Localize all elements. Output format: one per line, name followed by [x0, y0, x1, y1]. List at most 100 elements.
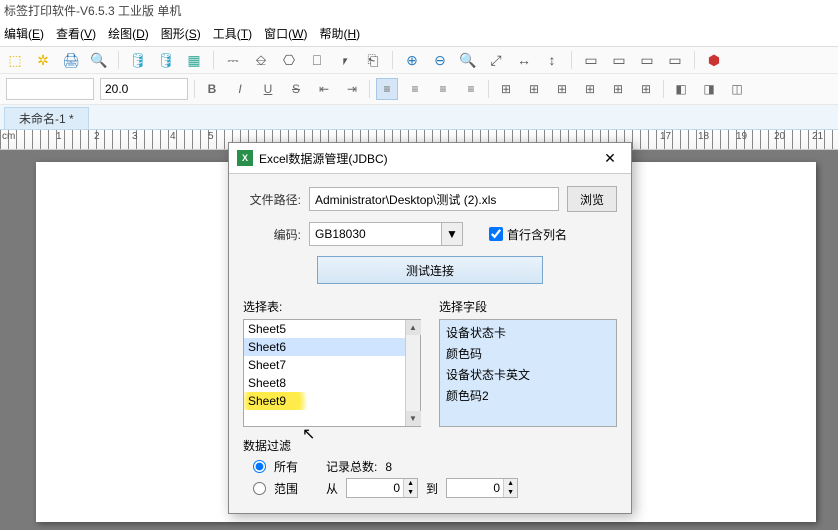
list-item[interactable]: 颜色码2: [440, 385, 616, 406]
align-right-button[interactable]: ≡: [432, 78, 454, 100]
pdf-icon[interactable]: ⬢: [705, 51, 723, 69]
list-item[interactable]: Sheet7: [244, 356, 405, 374]
zoom-out-icon[interactable]: ⊖: [431, 51, 449, 69]
dist-2-button[interactable]: ⊞: [523, 78, 545, 100]
list-item[interactable]: Sheet6: [244, 338, 405, 356]
misc-1-button[interactable]: ◧: [670, 78, 692, 100]
list-item[interactable]: Sheet5: [244, 320, 405, 338]
file-path-input[interactable]: [309, 187, 559, 211]
sep: [213, 51, 214, 69]
filter-all-radio[interactable]: [253, 460, 266, 473]
dist-1-button[interactable]: ⊞: [495, 78, 517, 100]
database-icon[interactable]: 🛢: [129, 51, 147, 69]
browse-button[interactable]: 浏览: [567, 186, 617, 212]
sep: [369, 80, 370, 98]
sep: [571, 51, 572, 69]
menu-edit[interactable]: 编辑(E): [4, 25, 44, 42]
encoding-label: 编码:: [243, 226, 301, 243]
dist-4-button[interactable]: ⊞: [579, 78, 601, 100]
align-1-icon[interactable]: ⎓: [224, 51, 242, 69]
align-3-icon[interactable]: ⎔: [280, 51, 298, 69]
first-row-checkbox-input[interactable]: [489, 227, 503, 241]
scroll-up-icon[interactable]: ▲: [406, 320, 421, 335]
menu-tool[interactable]: 工具(T): [213, 25, 252, 42]
align-4-icon[interactable]: ⎕: [308, 51, 326, 69]
first-row-checkbox[interactable]: 首行含列名: [489, 226, 567, 243]
spin-up-icon[interactable]: ▲: [404, 479, 417, 488]
menu-draw[interactable]: 绘图(D): [108, 25, 149, 42]
encoding-input[interactable]: [309, 222, 441, 246]
spin-down-icon[interactable]: ▼: [504, 488, 517, 497]
dist-3-button[interactable]: ⊞: [551, 78, 573, 100]
list-item[interactable]: 设备状态卡英文: [440, 364, 616, 385]
grid-icon[interactable]: ▦: [185, 51, 203, 69]
dialog-title: Excel数据源管理(JDBC): [259, 150, 388, 167]
list-item[interactable]: 颜色码: [440, 343, 616, 364]
italic-button[interactable]: I: [229, 78, 251, 100]
bold-button[interactable]: B: [201, 78, 223, 100]
encoding-dropdown-button[interactable]: ▼: [441, 222, 463, 246]
doc-tabs: 未命名-1 *: [0, 105, 838, 130]
sep: [118, 51, 119, 69]
align-6-icon[interactable]: ⎗: [364, 51, 382, 69]
align-center-button[interactable]: ≡: [404, 78, 426, 100]
record-total-label: 记录总数:: [326, 458, 377, 475]
align-5-icon[interactable]: ⎖: [336, 51, 354, 69]
align-left-button[interactable]: ≡: [376, 78, 398, 100]
test-connection-button[interactable]: 测试连接: [317, 256, 543, 284]
tables-listbox[interactable]: Sheet5 Sheet6 Sheet7 Sheet8 Sheet9 ▲ ▼: [243, 319, 421, 427]
close-icon[interactable]: ✕: [597, 149, 623, 167]
menu-window[interactable]: 窗口(W): [264, 25, 307, 42]
value-a-input[interactable]: [6, 78, 94, 100]
from-input[interactable]: [347, 479, 403, 497]
indent-inc-button[interactable]: ⇥: [341, 78, 363, 100]
dist-5-button[interactable]: ⊞: [607, 78, 629, 100]
toolbar-main: ⬚ ✲ 🖨 🔍 🛢 🛢 ▦ ⎓ ⎒ ⎔ ⎕ ⎖ ⎗ ⊕ ⊖ 🔍 ⤢ ↔ ↕ ▭ …: [0, 47, 838, 74]
layer-3-icon[interactable]: ▭: [638, 51, 656, 69]
value-b-input[interactable]: [100, 78, 188, 100]
spin-up-icon[interactable]: ▲: [504, 479, 517, 488]
scroll-down-icon[interactable]: ▼: [406, 411, 421, 426]
sep: [194, 80, 195, 98]
dialog-title-bar[interactable]: X Excel数据源管理(JDBC) ✕: [229, 143, 631, 174]
database-mgr-icon[interactable]: 🛢: [157, 51, 175, 69]
zoom-in-icon[interactable]: ⊕: [403, 51, 421, 69]
scrollbar[interactable]: ▲ ▼: [405, 320, 420, 426]
menu-help[interactable]: 帮助(H): [319, 25, 360, 42]
filter-range-radio[interactable]: [253, 482, 266, 495]
misc-3-button[interactable]: ◫: [726, 78, 748, 100]
layer-1-icon[interactable]: ▭: [582, 51, 600, 69]
list-item[interactable]: Sheet8: [244, 374, 405, 392]
fit-4-icon[interactable]: ↕: [543, 51, 561, 69]
misc-2-button[interactable]: ◨: [698, 78, 720, 100]
page-setup-icon[interactable]: ⬚: [6, 51, 24, 69]
filter-all-label: 所有: [274, 458, 298, 475]
menu-shape[interactable]: 图形(S): [161, 25, 201, 42]
menu-view[interactable]: 查看(V): [56, 25, 96, 42]
gear-icon[interactable]: ✲: [34, 51, 52, 69]
fit-3-icon[interactable]: ↔: [515, 51, 533, 69]
sep: [694, 51, 695, 69]
print-icon[interactable]: 🖨: [62, 51, 80, 69]
zoom-region-icon[interactable]: 🔍: [459, 51, 477, 69]
list-item[interactable]: Sheet9: [244, 392, 405, 410]
dist-6-button[interactable]: ⊞: [635, 78, 657, 100]
list-item[interactable]: 设备状态卡: [440, 322, 616, 343]
layer-2-icon[interactable]: ▭: [610, 51, 628, 69]
tab-doc-1[interactable]: 未命名-1 *: [4, 107, 89, 129]
app-title: 标签打印软件-V6.5.3 工业版 单机: [4, 4, 181, 18]
fields-listbox[interactable]: 设备状态卡 颜色码 设备状态卡英文 颜色码2: [439, 319, 617, 427]
align-2-icon[interactable]: ⎒: [252, 51, 270, 69]
preview-icon[interactable]: 🔍: [90, 51, 108, 69]
filter-range-label: 范围: [274, 480, 298, 497]
indent-dec-button[interactable]: ⇤: [313, 78, 335, 100]
to-input[interactable]: [447, 479, 503, 497]
spin-down-icon[interactable]: ▼: [404, 488, 417, 497]
fit-icon[interactable]: ⤢: [487, 51, 505, 69]
strike-button[interactable]: S: [285, 78, 307, 100]
from-label: 从: [326, 480, 338, 497]
file-path-label: 文件路径:: [243, 191, 301, 208]
layer-4-icon[interactable]: ▭: [666, 51, 684, 69]
align-justify-button[interactable]: ≡: [460, 78, 482, 100]
underline-button[interactable]: U: [257, 78, 279, 100]
